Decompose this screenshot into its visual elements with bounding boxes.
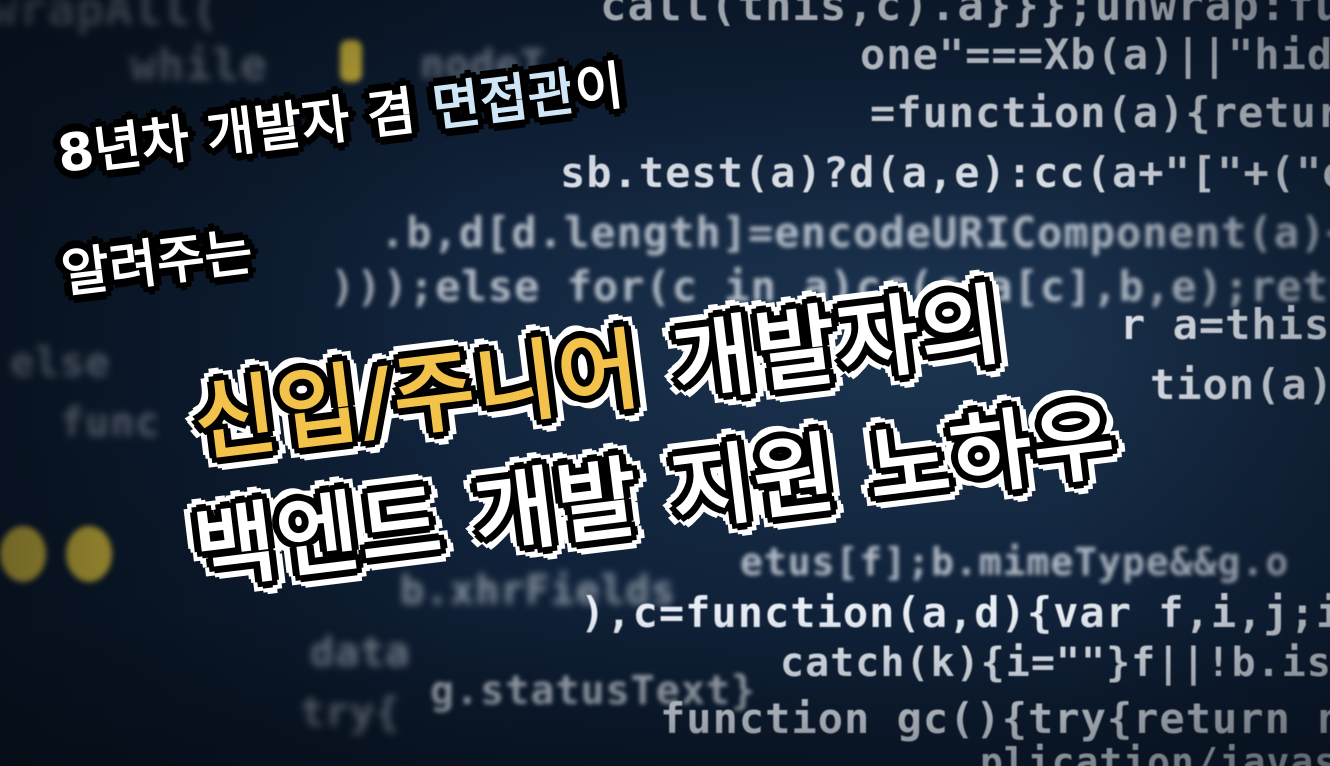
subtitle-line-1-end: 이 <box>571 56 627 122</box>
thumbnail-banner: wrapAll(call(this,c).a}}};unwrap:functiw… <box>0 0 1330 766</box>
